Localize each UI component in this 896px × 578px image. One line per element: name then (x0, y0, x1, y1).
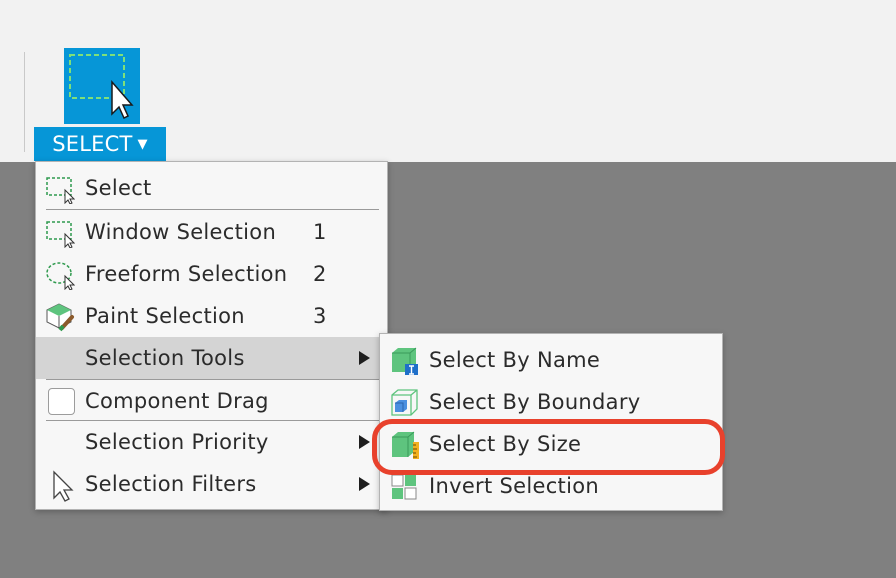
menu-item-window-selection[interactable]: Window Selection 1 (36, 211, 387, 253)
menu-item-selection-filters[interactable]: Selection Filters (36, 463, 387, 505)
cursor-arrow-icon (45, 470, 75, 502)
menu-item-label: Selection Tools (85, 346, 245, 370)
menu-item-paint-selection[interactable]: Paint Selection 3 (36, 295, 387, 337)
submenu-item-select-by-boundary[interactable]: Select By Boundary (380, 381, 722, 423)
menu-item-select[interactable]: Select (36, 167, 387, 209)
menu-item-freeform-selection[interactable]: Freeform Selection 2 (36, 253, 387, 295)
select-by-name-icon (389, 346, 419, 376)
menu-item-label: Selection Filters (85, 472, 257, 496)
select-dropdown-button[interactable]: SELECT ▼ (34, 127, 166, 161)
menu-item-component-drag[interactable]: Component Drag (36, 380, 387, 422)
shortcut-key: 3 (313, 304, 327, 328)
menu-item-selection-priority[interactable]: Selection Priority (36, 421, 387, 463)
submenu-item-label: Select By Name (429, 348, 601, 372)
paint-selection-icon (45, 302, 75, 332)
menu-item-label: Selection Priority (85, 430, 269, 454)
menu-item-selection-tools[interactable]: Selection Tools (36, 337, 387, 379)
caret-down-icon: ▼ (137, 137, 148, 152)
freeform-selection-icon (45, 260, 76, 291)
select-menu: Select Window Selection 1 Freeform Selec… (35, 161, 388, 510)
submenu-arrow-icon (359, 351, 370, 365)
submenu-arrow-icon (359, 435, 370, 449)
select-dashed-box-icon (69, 54, 134, 120)
menu-item-label: Freeform Selection (85, 262, 288, 286)
submenu-item-label: Select By Boundary (429, 390, 641, 414)
menu-item-label: Paint Selection (85, 304, 245, 328)
window-selection-icon (45, 218, 76, 249)
select-tool-button[interactable] (64, 48, 140, 124)
highlight-annotation-ring (372, 419, 725, 475)
select-icon (45, 174, 76, 205)
select-label: SELECT (52, 132, 133, 156)
invert-selection-icon (389, 472, 419, 502)
select-by-boundary-icon (389, 388, 419, 418)
component-drag-checkbox[interactable] (48, 388, 75, 415)
menu-item-label: Select (85, 176, 152, 200)
shortcut-key: 2 (313, 262, 327, 286)
menu-divider (46, 209, 379, 210)
toolbar-separator (24, 52, 25, 152)
submenu-arrow-icon (359, 477, 370, 491)
menu-item-label: Window Selection (85, 220, 277, 244)
menu-item-label: Component Drag (85, 389, 269, 413)
toolbar: SELECT ▼ (0, 0, 896, 162)
shortcut-key: 1 (313, 220, 327, 244)
submenu-item-select-by-name[interactable]: Select By Name (380, 339, 722, 381)
